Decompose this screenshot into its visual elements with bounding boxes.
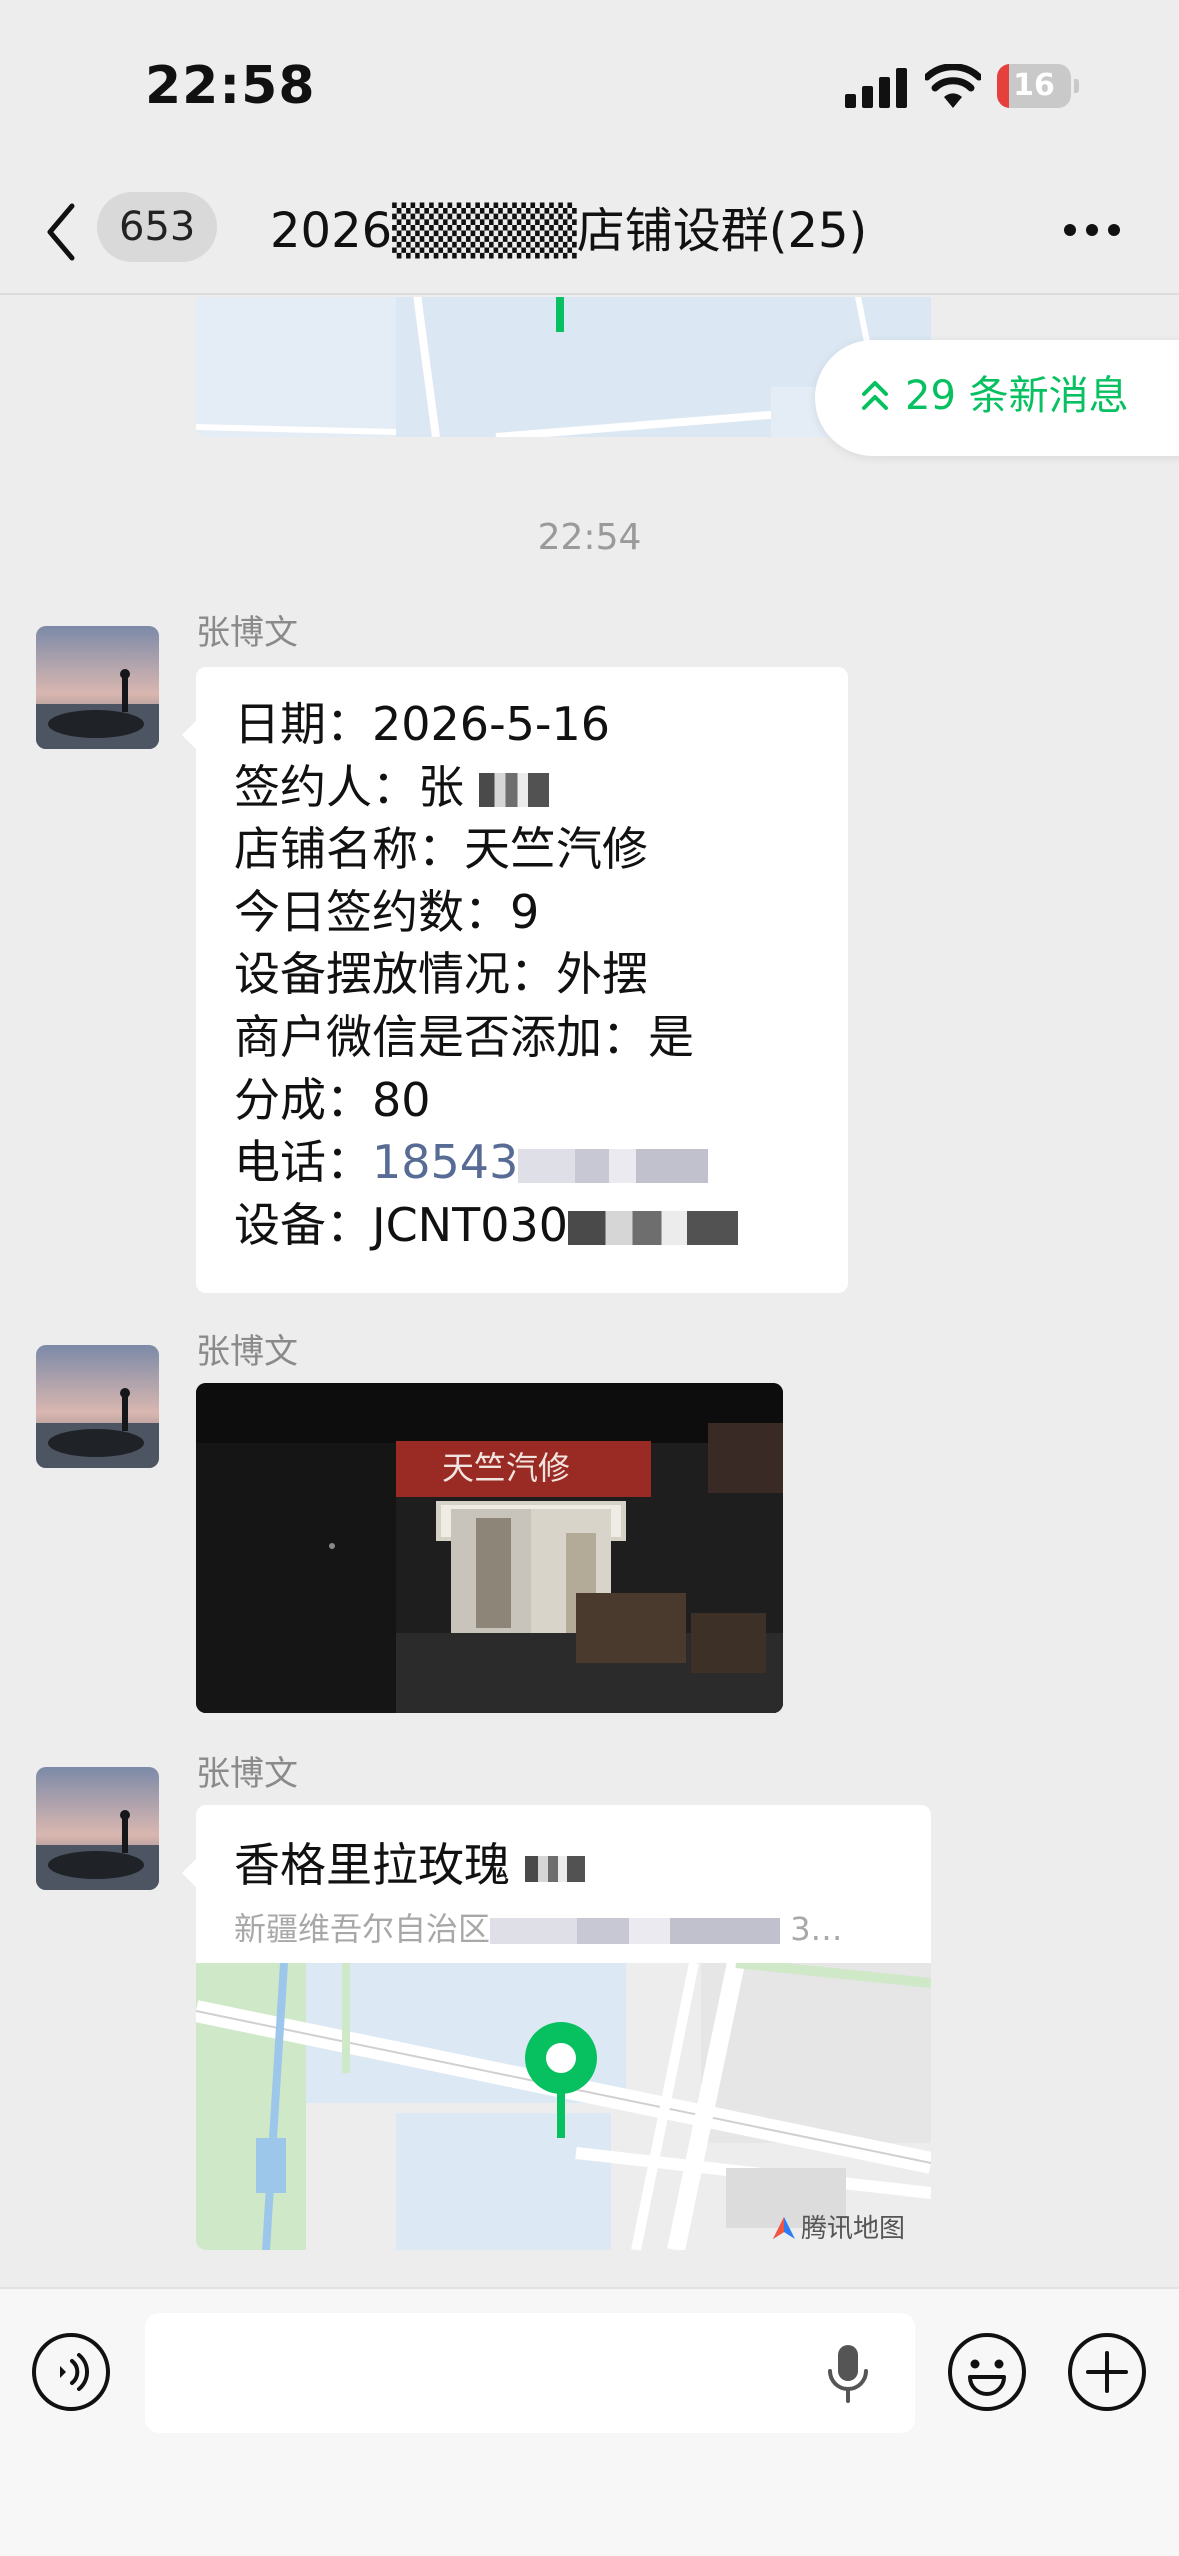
message-line-share: 分成：80 — [234, 1072, 431, 1127]
location-map[interactable]: 腾讯地图 — [196, 1958, 931, 2250]
new-messages-pill[interactable]: 29 条新消息 — [815, 340, 1179, 456]
status-time: 22:58 — [145, 56, 316, 116]
message-line-signer: 签约人：张 — [234, 756, 848, 819]
input-bar — [0, 2287, 1179, 2556]
shop-photo: 天竺汽修 — [196, 1383, 783, 1713]
photo-message[interactable]: 天竺汽修 — [196, 1383, 783, 1713]
shop-sign-text: 天竺汽修 — [442, 1449, 570, 1487]
message-line-phone: 电话：18543 — [234, 1131, 848, 1194]
tencent-map-logo-icon — [773, 2217, 795, 2239]
chevron-left-icon[interactable] — [42, 200, 82, 264]
sender-avatar[interactable] — [36, 1345, 159, 1468]
sender-name: 张博文 — [196, 1754, 298, 1794]
status-bar: 22:58 16 — [0, 0, 1179, 170]
message-line-shop-name: 店铺名称：天竺汽修 — [234, 822, 648, 877]
battery-cap — [1074, 79, 1079, 93]
location-title: 香格里拉玫瑰 — [234, 1835, 585, 1895]
redaction-mark — [490, 1918, 781, 1944]
battery-level: 16 — [1013, 68, 1055, 103]
sender-name: 张博文 — [196, 1332, 298, 1372]
message-line-wechat-added: 商户微信是否添加：是 — [234, 1009, 694, 1064]
ellipsis-icon[interactable] — [1062, 220, 1122, 240]
unread-count-badge[interactable]: 653 — [97, 192, 218, 262]
message-line-date: 日期：2026-5-16 — [234, 697, 611, 751]
avatar-image — [36, 1345, 159, 1468]
phone-link[interactable]: 18543 — [372, 1135, 518, 1189]
map-graphic — [196, 1958, 931, 2250]
message-input[interactable] — [145, 2313, 915, 2433]
redaction-mark — [478, 773, 549, 808]
message-list[interactable]: 29 条新消息 22:54 张博文 日期：2026-5-16 签约人：张 店铺名… — [0, 297, 1179, 2287]
chat-header: 653 2026▒▒▒▒▒店铺设群(25) — [0, 170, 1179, 295]
avatar-image — [36, 626, 159, 749]
plus-circle-icon[interactable] — [1066, 2331, 1148, 2413]
double-chevron-up-icon — [862, 381, 888, 410]
new-messages-label: 29 条新消息 — [905, 373, 1129, 419]
sender-name: 张博文 — [196, 613, 298, 653]
avatar-image — [36, 1767, 159, 1890]
sender-avatar[interactable] — [36, 626, 159, 749]
location-address: 新疆维吾尔自治区 3… — [234, 1910, 843, 1948]
wifi-icon — [925, 64, 981, 108]
redaction-mark — [524, 1855, 585, 1882]
message-line-placement: 设备摆放情况：外摆 — [234, 947, 648, 1002]
signal-bars-icon — [845, 68, 907, 108]
microphone-icon[interactable] — [822, 2343, 874, 2405]
smiley-icon[interactable] — [946, 2331, 1028, 2413]
redaction-mark — [518, 1148, 709, 1183]
voice-mode-icon[interactable] — [30, 2331, 112, 2413]
location-message-card[interactable]: 香格里拉玫瑰 新疆维吾尔自治区 3… 腾讯地图 — [196, 1805, 931, 2250]
message-timestamp: 22:54 — [537, 517, 642, 558]
redaction-mark — [568, 1211, 738, 1246]
battery-icon: 16 — [997, 64, 1079, 108]
battery-body: 16 — [997, 64, 1071, 108]
chat-title[interactable]: 2026▒▒▒▒▒店铺设群(25) — [270, 196, 867, 266]
map-brand: 腾讯地图 — [771, 2208, 905, 2245]
text-message-bubble[interactable]: 日期：2026-5-16 签约人：张 店铺名称：天竺汽修 今日签约数：9 设备摆… — [196, 667, 848, 1293]
sender-avatar[interactable] — [36, 1767, 159, 1890]
message-line-today-count: 今日签约数：9 — [234, 884, 540, 939]
message-line-device: 设备：JCNT030 — [234, 1194, 848, 1257]
